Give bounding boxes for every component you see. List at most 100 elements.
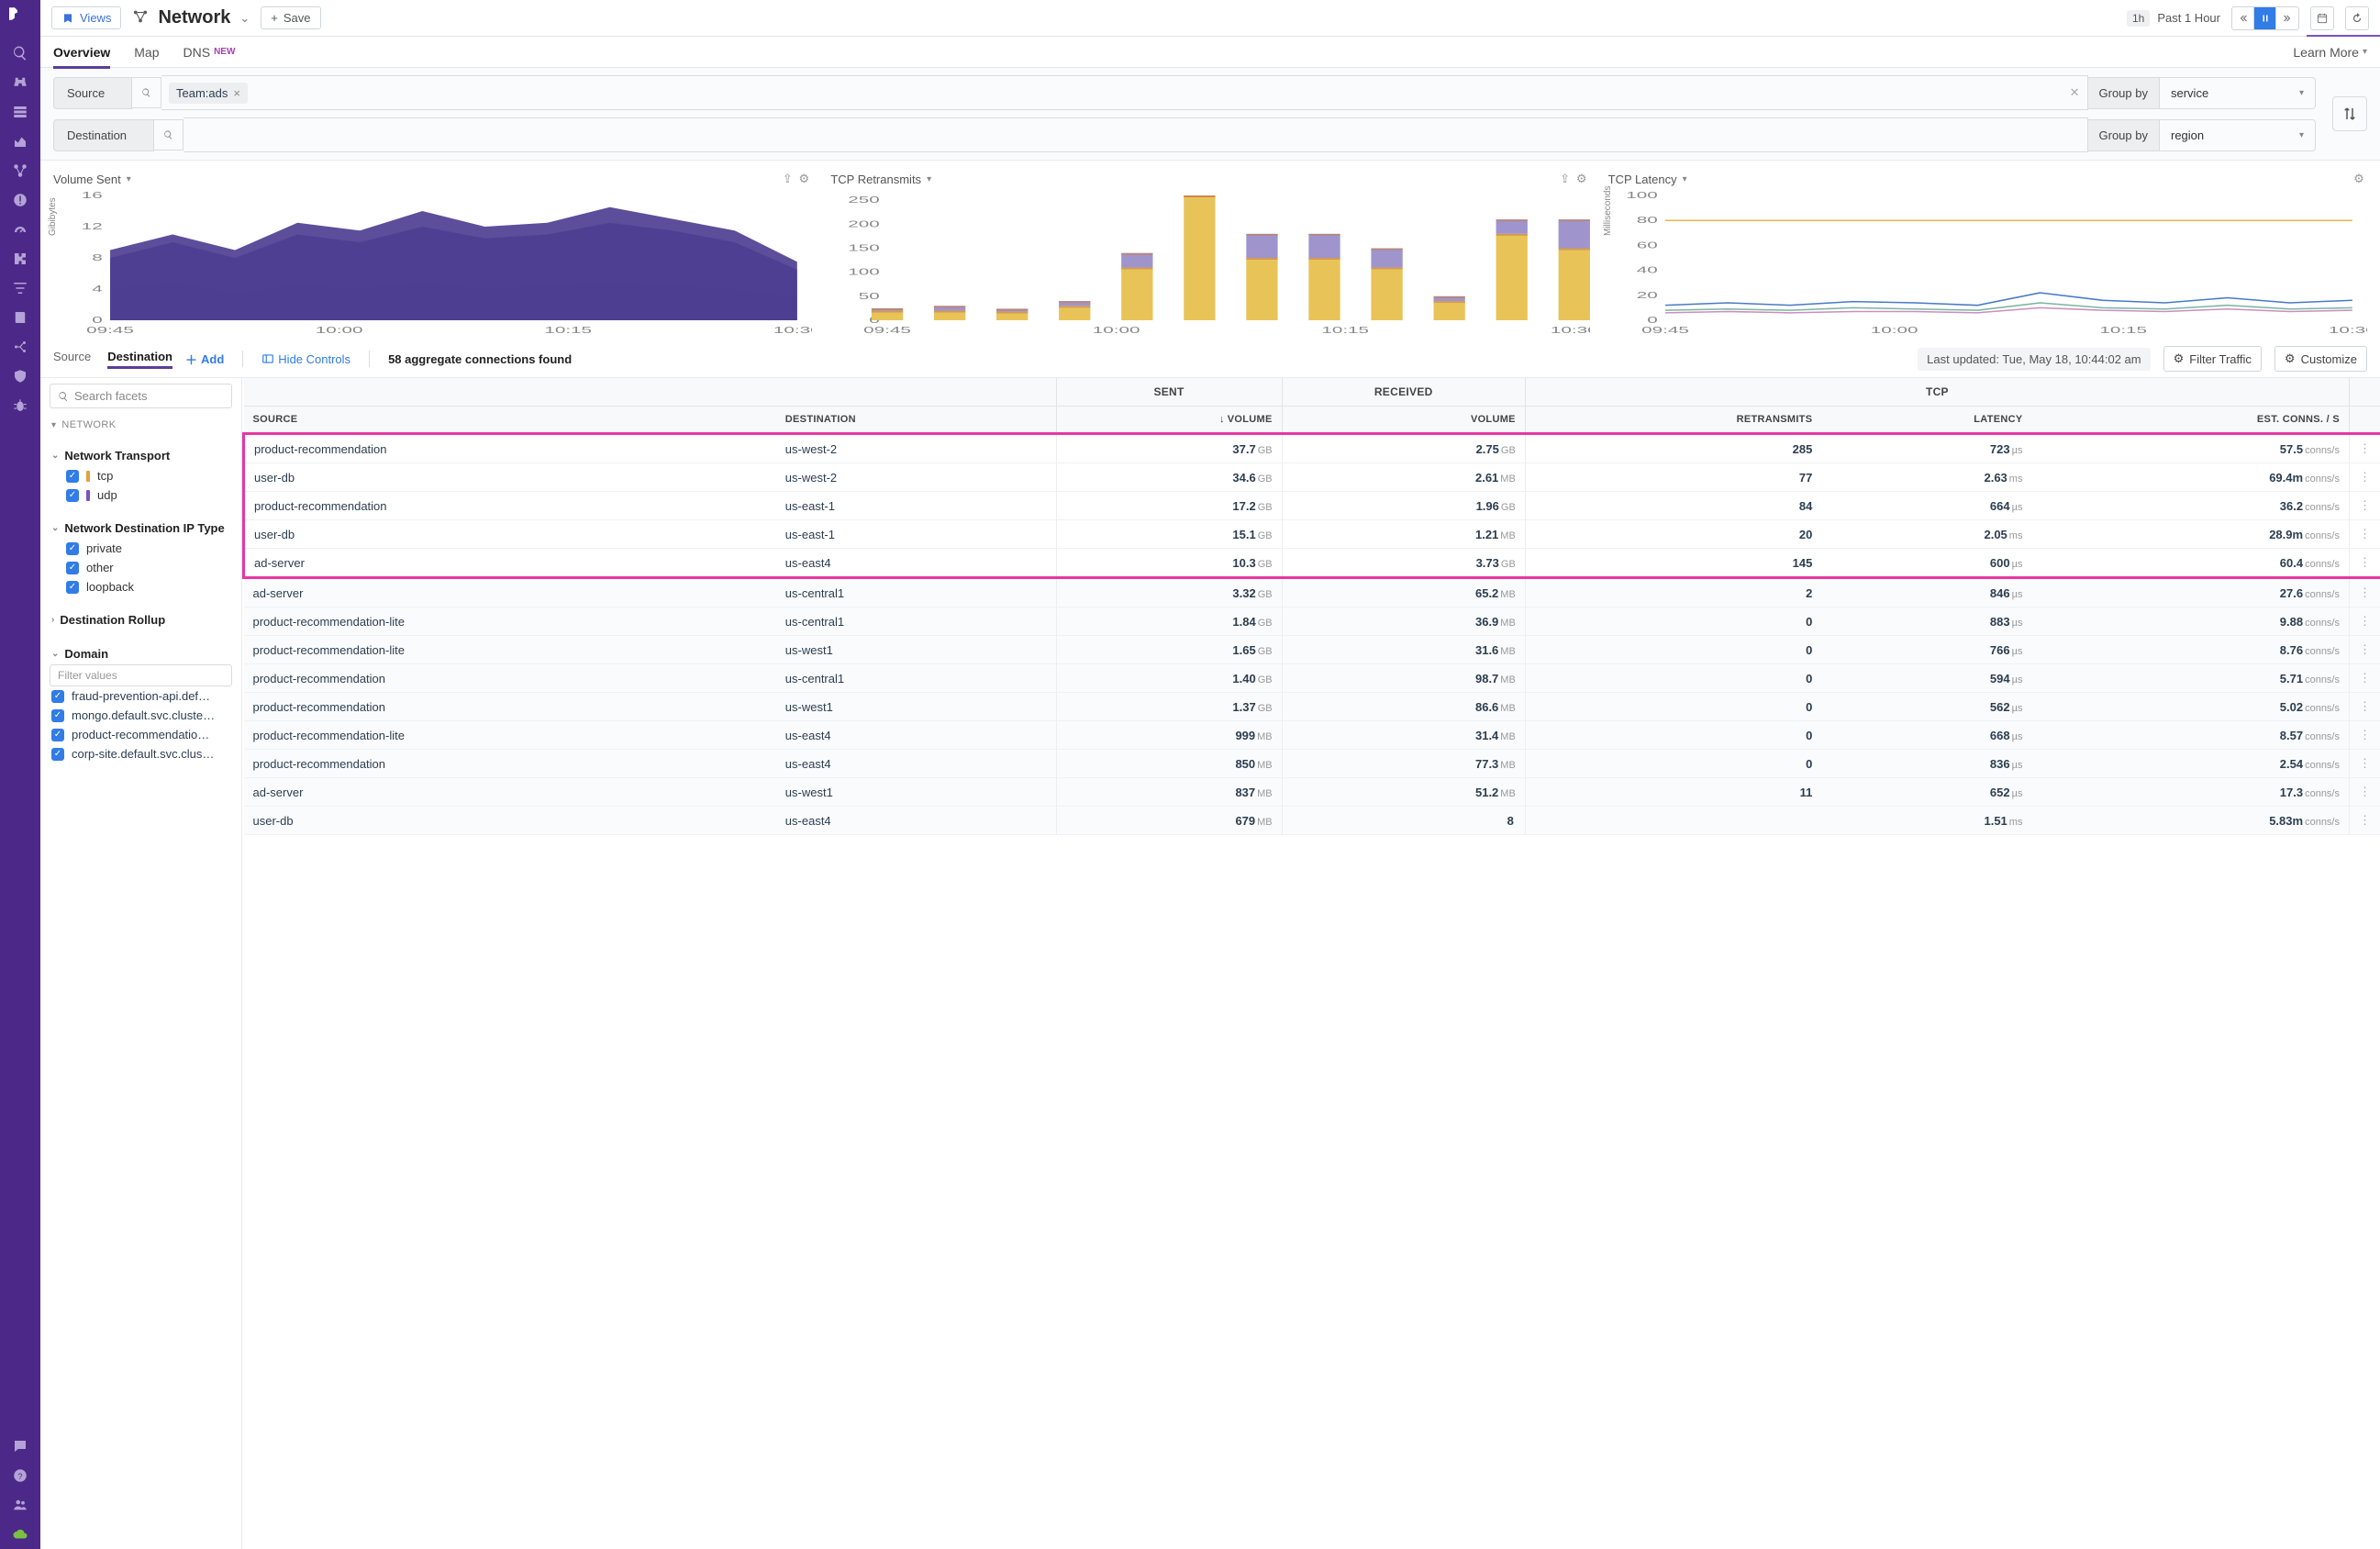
table-row[interactable]: user-dbus-east-115.1GB1.21MB202.05ms28.9… [244, 520, 2380, 549]
alert-icon[interactable] [0, 185, 40, 215]
facet-group-domain[interactable]: ⌄Domain [50, 643, 232, 664]
dashboard-icon[interactable] [0, 97, 40, 127]
table-row[interactable]: product-recommendationus-west11.37GB86.6… [244, 693, 2380, 721]
table-row[interactable]: ad-serverus-central13.32GB65.2MB2846µs27… [244, 578, 2380, 607]
col-latency[interactable]: LATENCY [1821, 407, 2031, 434]
domain-item[interactable]: ✓corp-site.default.svc.clus… [50, 744, 232, 763]
table-row[interactable]: user-dbus-east4679MB81.51ms5.83mconns/s⋮ [244, 807, 2380, 835]
refresh-button[interactable] [2345, 6, 2369, 30]
facet-opt-other[interactable]: ✓other [50, 558, 232, 577]
row-menu-icon[interactable]: ⋮ [2350, 578, 2380, 607]
col-source[interactable]: SOURCE [244, 407, 776, 434]
col-conns[interactable]: EST. CONNS. / S [2031, 407, 2349, 434]
nav-next-button[interactable] [2276, 7, 2298, 29]
cloud-icon[interactable] [0, 1520, 40, 1549]
nav-pause-button[interactable] [2254, 7, 2276, 29]
table-row[interactable]: ad-serverus-west1837MB51.2MB11652µs17.3c… [244, 778, 2380, 807]
views-button[interactable]: Views [51, 6, 121, 29]
domain-item[interactable]: ✓product-recommendatio… [50, 725, 232, 744]
calendar-button[interactable] [2310, 6, 2334, 30]
table-row[interactable]: product-recommendationus-west-237.7GB2.7… [244, 434, 2380, 463]
help-icon[interactable]: ? [0, 1461, 40, 1490]
nav-prev-button[interactable] [2232, 7, 2254, 29]
source-search-icon[interactable] [132, 77, 161, 108]
col-destination[interactable]: DESTINATION [776, 407, 1056, 434]
tab-map[interactable]: Map [134, 37, 159, 68]
chart-title[interactable]: TCP Retransmits ▾ [830, 173, 931, 186]
gear-icon[interactable]: ⚙ [2351, 172, 2367, 186]
export-icon[interactable]: ⇪ [779, 172, 795, 186]
table-row[interactable]: product-recommendation-liteus-central11.… [244, 607, 2380, 636]
col-retransmits[interactable]: RETRANSMITS [1525, 407, 1821, 434]
save-button[interactable]: + Save [261, 6, 320, 29]
row-menu-icon[interactable]: ⋮ [2350, 664, 2380, 693]
gear-icon[interactable]: ⚙ [795, 172, 812, 186]
row-menu-icon[interactable]: ⋮ [2350, 778, 2380, 807]
source-filter-pill[interactable]: Team:ads× [169, 83, 248, 104]
row-menu-icon[interactable]: ⋮ [2350, 607, 2380, 636]
table-row[interactable]: product-recommendation-liteus-west11.65G… [244, 636, 2380, 664]
source-groupby-select[interactable]: service▾ [2160, 77, 2316, 109]
users-icon[interactable] [0, 1490, 40, 1520]
filter-icon[interactable] [0, 273, 40, 303]
book-icon[interactable] [0, 303, 40, 332]
add-button[interactable]: ＋Add [185, 351, 224, 368]
row-menu-icon[interactable]: ⋮ [2350, 549, 2380, 578]
domain-item[interactable]: ✓fraud-prevention-api.def… [50, 686, 232, 706]
row-menu-icon[interactable]: ⋮ [2350, 434, 2380, 463]
puzzle-icon[interactable] [0, 244, 40, 273]
facet-opt-udp[interactable]: ✓udp [50, 485, 232, 505]
row-menu-icon[interactable]: ⋮ [2350, 520, 2380, 549]
row-menu-icon[interactable]: ⋮ [2350, 807, 2380, 835]
gear-icon[interactable]: ⚙ [1574, 172, 1590, 186]
facet-opt-tcp[interactable]: ✓tcp [50, 466, 232, 485]
remove-pill-icon[interactable]: × [233, 86, 240, 100]
search-icon[interactable] [0, 39, 40, 68]
dest-groupby-select[interactable]: region▾ [2160, 119, 2316, 151]
source-filter-input[interactable]: Team:ads× ✕ [161, 75, 2088, 110]
facet-section-network[interactable]: ▾NETWORK [50, 414, 232, 436]
flow-icon[interactable] [0, 332, 40, 362]
chat-icon[interactable] [0, 1432, 40, 1461]
row-menu-icon[interactable]: ⋮ [2350, 693, 2380, 721]
subtab-source[interactable]: Source [53, 350, 91, 369]
filter-traffic-button[interactable]: ⚙Filter Traffic [2163, 346, 2262, 372]
tab-dns[interactable]: DNSNEW [184, 37, 236, 68]
table-row[interactable]: product-recommendation-liteus-east4999MB… [244, 721, 2380, 750]
row-menu-icon[interactable]: ⋮ [2350, 721, 2380, 750]
table-row[interactable]: product-recommendationus-east4850MB77.3M… [244, 750, 2380, 778]
network-icon[interactable] [0, 156, 40, 185]
facet-opt-loopback[interactable]: ✓loopback [50, 577, 232, 596]
col-recv-volume[interactable]: VOLUME [1282, 407, 1525, 434]
table-row[interactable]: user-dbus-west-234.6GB2.61MB772.63ms69.4… [244, 463, 2380, 492]
facet-group-rollup[interactable]: ›Destination Rollup [50, 609, 232, 630]
customize-button[interactable]: ⚙Customize [2274, 346, 2367, 372]
row-menu-icon[interactable]: ⋮ [2350, 750, 2380, 778]
row-menu-icon[interactable]: ⋮ [2350, 636, 2380, 664]
learn-more-link[interactable]: Learn More ▾ [2293, 45, 2367, 60]
row-menu-icon[interactable]: ⋮ [2350, 463, 2380, 492]
dest-filter-input[interactable] [184, 117, 2088, 152]
chart-icon[interactable] [0, 127, 40, 156]
bug-icon[interactable] [0, 391, 40, 420]
row-menu-icon[interactable]: ⋮ [2350, 492, 2380, 520]
swap-source-dest-button[interactable] [2332, 96, 2367, 131]
table-row[interactable]: product-recommendationus-east-117.2GB1.9… [244, 492, 2380, 520]
facet-group-iptype[interactable]: ⌄Network Destination IP Type [50, 518, 232, 539]
time-range[interactable]: 1h Past 1 Hour [2127, 10, 2220, 27]
binoculars-icon[interactable] [0, 68, 40, 97]
facet-search-input[interactable]: Search facets [50, 384, 232, 408]
clear-source-icon[interactable]: ✕ [2070, 85, 2080, 100]
title-dropdown-icon[interactable]: ⌄ [239, 11, 250, 26]
export-icon[interactable]: ⇪ [1557, 172, 1574, 186]
subtab-destination[interactable]: Destination [107, 350, 172, 369]
chart-title[interactable]: Volume Sent ▾ [53, 173, 131, 186]
domain-filter-input[interactable]: Filter values [50, 664, 232, 686]
shield-icon[interactable] [0, 362, 40, 391]
table-row[interactable]: ad-serverus-east410.3GB3.73GB145600µs60.… [244, 549, 2380, 578]
facet-group-transport[interactable]: ⌄Network Transport [50, 445, 232, 466]
col-sent-volume[interactable]: ↓VOLUME [1056, 407, 1282, 434]
gauge-icon[interactable] [0, 215, 40, 244]
dest-search-icon[interactable] [154, 119, 184, 150]
chart-title[interactable]: TCP Latency ▾ [1608, 173, 1687, 186]
